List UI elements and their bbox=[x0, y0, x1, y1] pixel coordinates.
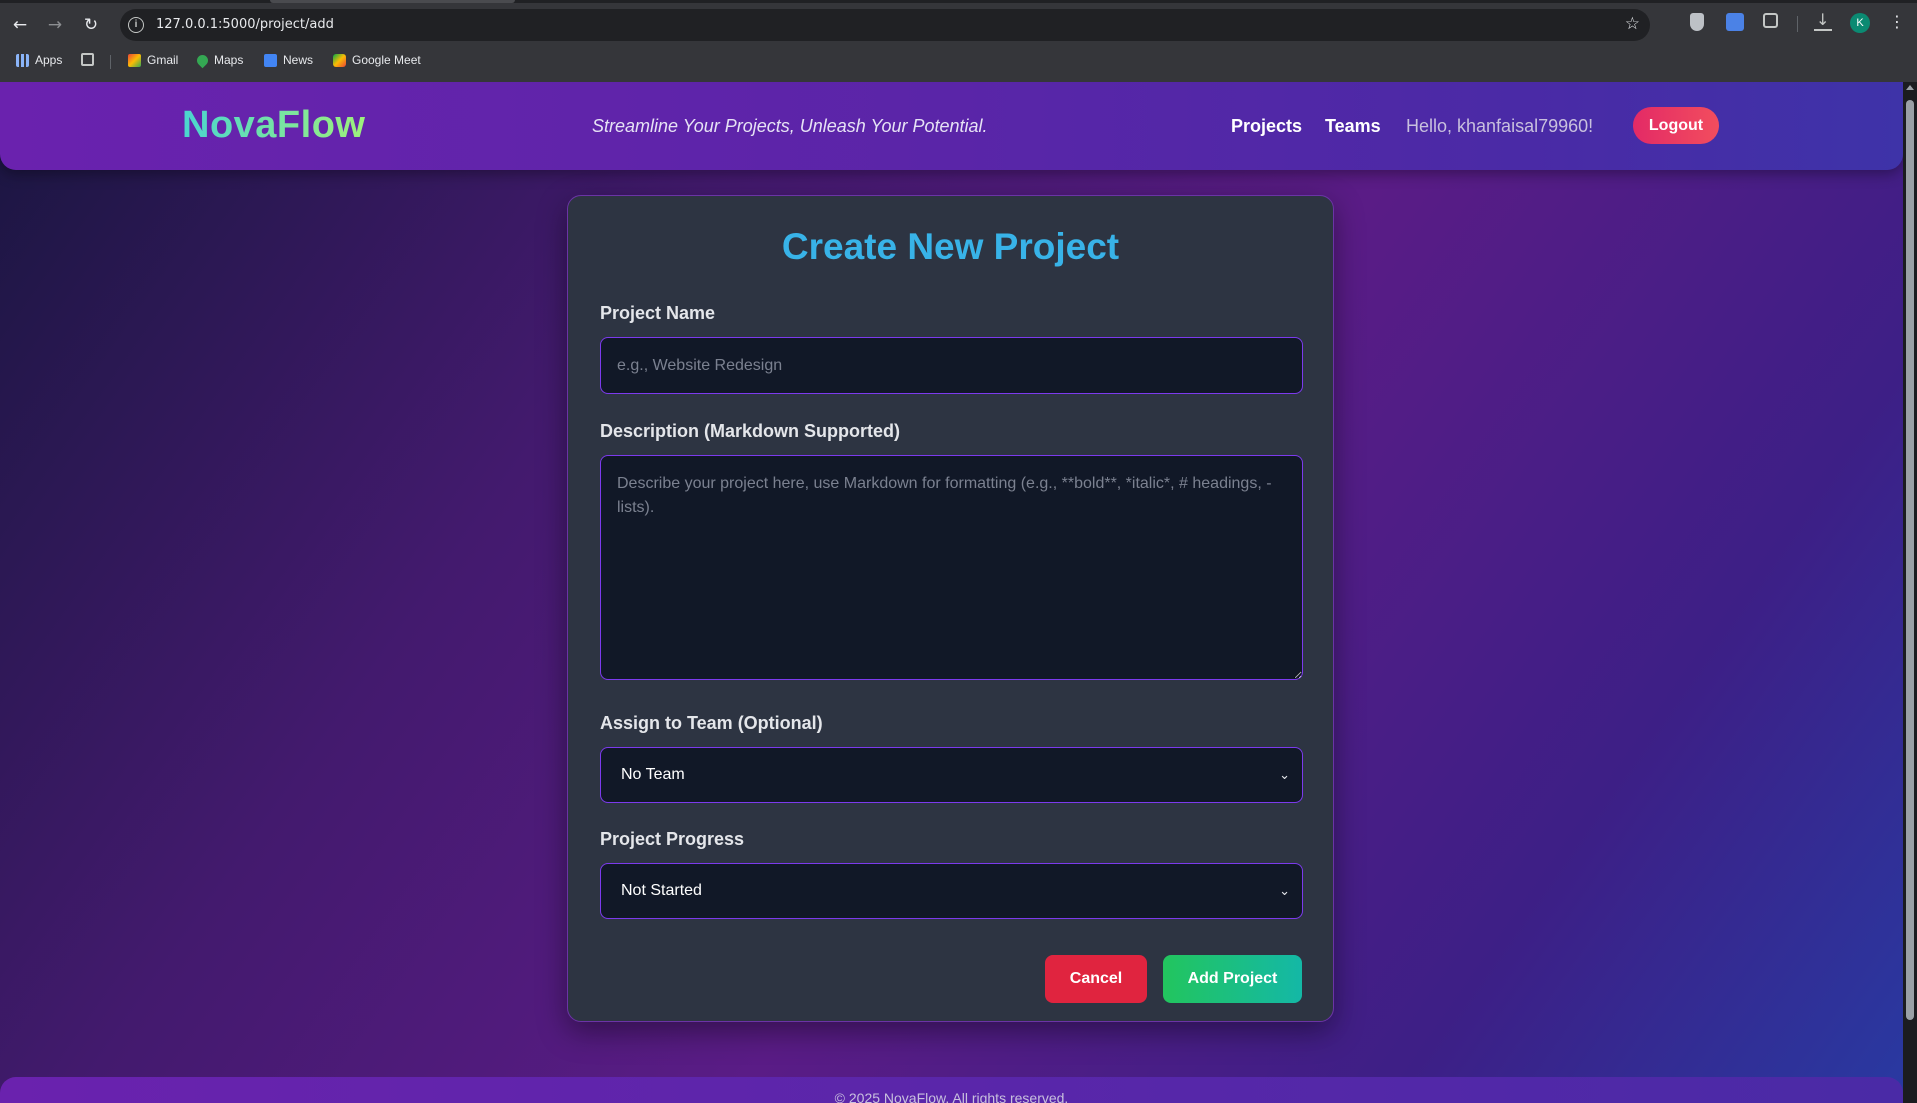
back-icon[interactable]: ← bbox=[7, 12, 33, 38]
active-tab-indicator[interactable] bbox=[270, 0, 515, 3]
chevron-down-icon: ⌄ bbox=[1279, 767, 1290, 783]
maps-icon bbox=[194, 52, 211, 68]
page-viewport: NovaFlow Streamline Your Projects, Unlea… bbox=[0, 82, 1917, 1103]
bookmark-tab-groups[interactable] bbox=[81, 53, 100, 66]
nav-link-projects[interactable]: Projects bbox=[1231, 116, 1302, 137]
bookmark-label: News bbox=[283, 53, 314, 67]
tagline: Streamline Your Projects, Unleash Your P… bbox=[592, 116, 988, 136]
url-text[interactable]: 127.0.0.1:5000/project/add bbox=[156, 17, 334, 32]
site-info-icon[interactable]: i bbox=[128, 17, 144, 33]
add-project-button[interactable]: Add Project bbox=[1163, 955, 1302, 1003]
team-select-value: No Team bbox=[621, 766, 685, 783]
project-name-label: Project Name bbox=[600, 303, 716, 323]
page-scrollbar[interactable] bbox=[1903, 82, 1917, 1103]
gmail-icon bbox=[128, 53, 141, 67]
scroll-up-arrow-icon[interactable] bbox=[1906, 85, 1914, 90]
toolbar-divider bbox=[1797, 16, 1798, 32]
project-name-input[interactable] bbox=[600, 337, 1303, 394]
cancel-button[interactable]: Cancel bbox=[1045, 955, 1147, 1003]
team-select[interactable]: No Team ⌄ bbox=[600, 747, 1303, 803]
chevron-down-icon: ⌄ bbox=[1279, 883, 1290, 899]
news-icon bbox=[264, 53, 277, 67]
scroll-thumb[interactable] bbox=[1906, 100, 1914, 1020]
bookmark-label: Google Meet bbox=[352, 53, 421, 67]
bookmark-star-icon[interactable]: ☆ bbox=[1625, 14, 1640, 34]
bookmark-gmail[interactable]: Gmail bbox=[128, 53, 178, 67]
reload-icon[interactable]: ↻ bbox=[78, 12, 104, 38]
user-greeting: Hello, khanfaisal79960! bbox=[1406, 116, 1594, 136]
site-header: NovaFlow Streamline Your Projects, Unlea… bbox=[0, 82, 1903, 170]
forward-icon[interactable]: → bbox=[42, 12, 68, 38]
page-title: Create New Project bbox=[781, 226, 1120, 267]
apps-grid-icon bbox=[16, 53, 29, 67]
address-bar[interactable]: i 127.0.0.1:5000/project/add ☆ bbox=[120, 9, 1650, 41]
shield-extension-icon[interactable] bbox=[1690, 13, 1704, 31]
bookmark-apps[interactable]: Apps bbox=[16, 53, 62, 67]
site-footer: © 2025 NovaFlow. All rights reserved. bbox=[0, 1077, 1903, 1103]
extensions-puzzle-icon[interactable] bbox=[1763, 13, 1778, 28]
bookmark-google-meet[interactable]: Google Meet bbox=[333, 53, 421, 67]
team-label: Assign to Team (Optional) bbox=[600, 713, 823, 733]
tab-strip bbox=[0, 0, 1917, 3]
nav-link-teams[interactable]: Teams bbox=[1325, 116, 1381, 137]
brand-logo[interactable]: NovaFlow bbox=[182, 104, 365, 147]
bookmark-label: Gmail bbox=[147, 53, 179, 67]
tab-groups-icon bbox=[81, 53, 94, 66]
bookmark-label: Maps bbox=[214, 53, 244, 67]
footer-copyright: © 2025 NovaFlow. All rights reserved. bbox=[834, 1090, 1069, 1103]
bookmark-maps[interactable]: Maps bbox=[194, 52, 244, 68]
progress-select[interactable]: Not Started ⌄ bbox=[600, 863, 1303, 919]
description-textarea[interactable] bbox=[600, 455, 1303, 680]
bookmark-label: Apps bbox=[35, 53, 63, 67]
browser-chrome: ← → ↻ i 127.0.0.1:5000/project/add ☆ K ⋮… bbox=[0, 0, 1917, 82]
logout-button[interactable]: Logout bbox=[1633, 107, 1719, 144]
profile-avatar[interactable]: K bbox=[1850, 13, 1870, 33]
bookmark-news[interactable]: News bbox=[264, 53, 313, 67]
create-project-card: Create New Project Project Name Descript… bbox=[567, 195, 1334, 1022]
progress-select-value: Not Started bbox=[621, 882, 702, 899]
chrome-menu-icon[interactable]: ⋮ bbox=[1889, 12, 1905, 31]
progress-label: Project Progress bbox=[600, 829, 745, 849]
translate-extension-icon[interactable] bbox=[1726, 13, 1744, 31]
meet-icon bbox=[333, 53, 346, 67]
bookmarks-divider bbox=[110, 55, 111, 69]
bookmarks-bar: Apps Gmail Maps News Google Meet bbox=[0, 50, 1917, 74]
description-label: Description (Markdown Supported) bbox=[600, 421, 901, 441]
download-icon[interactable] bbox=[1814, 10, 1832, 31]
